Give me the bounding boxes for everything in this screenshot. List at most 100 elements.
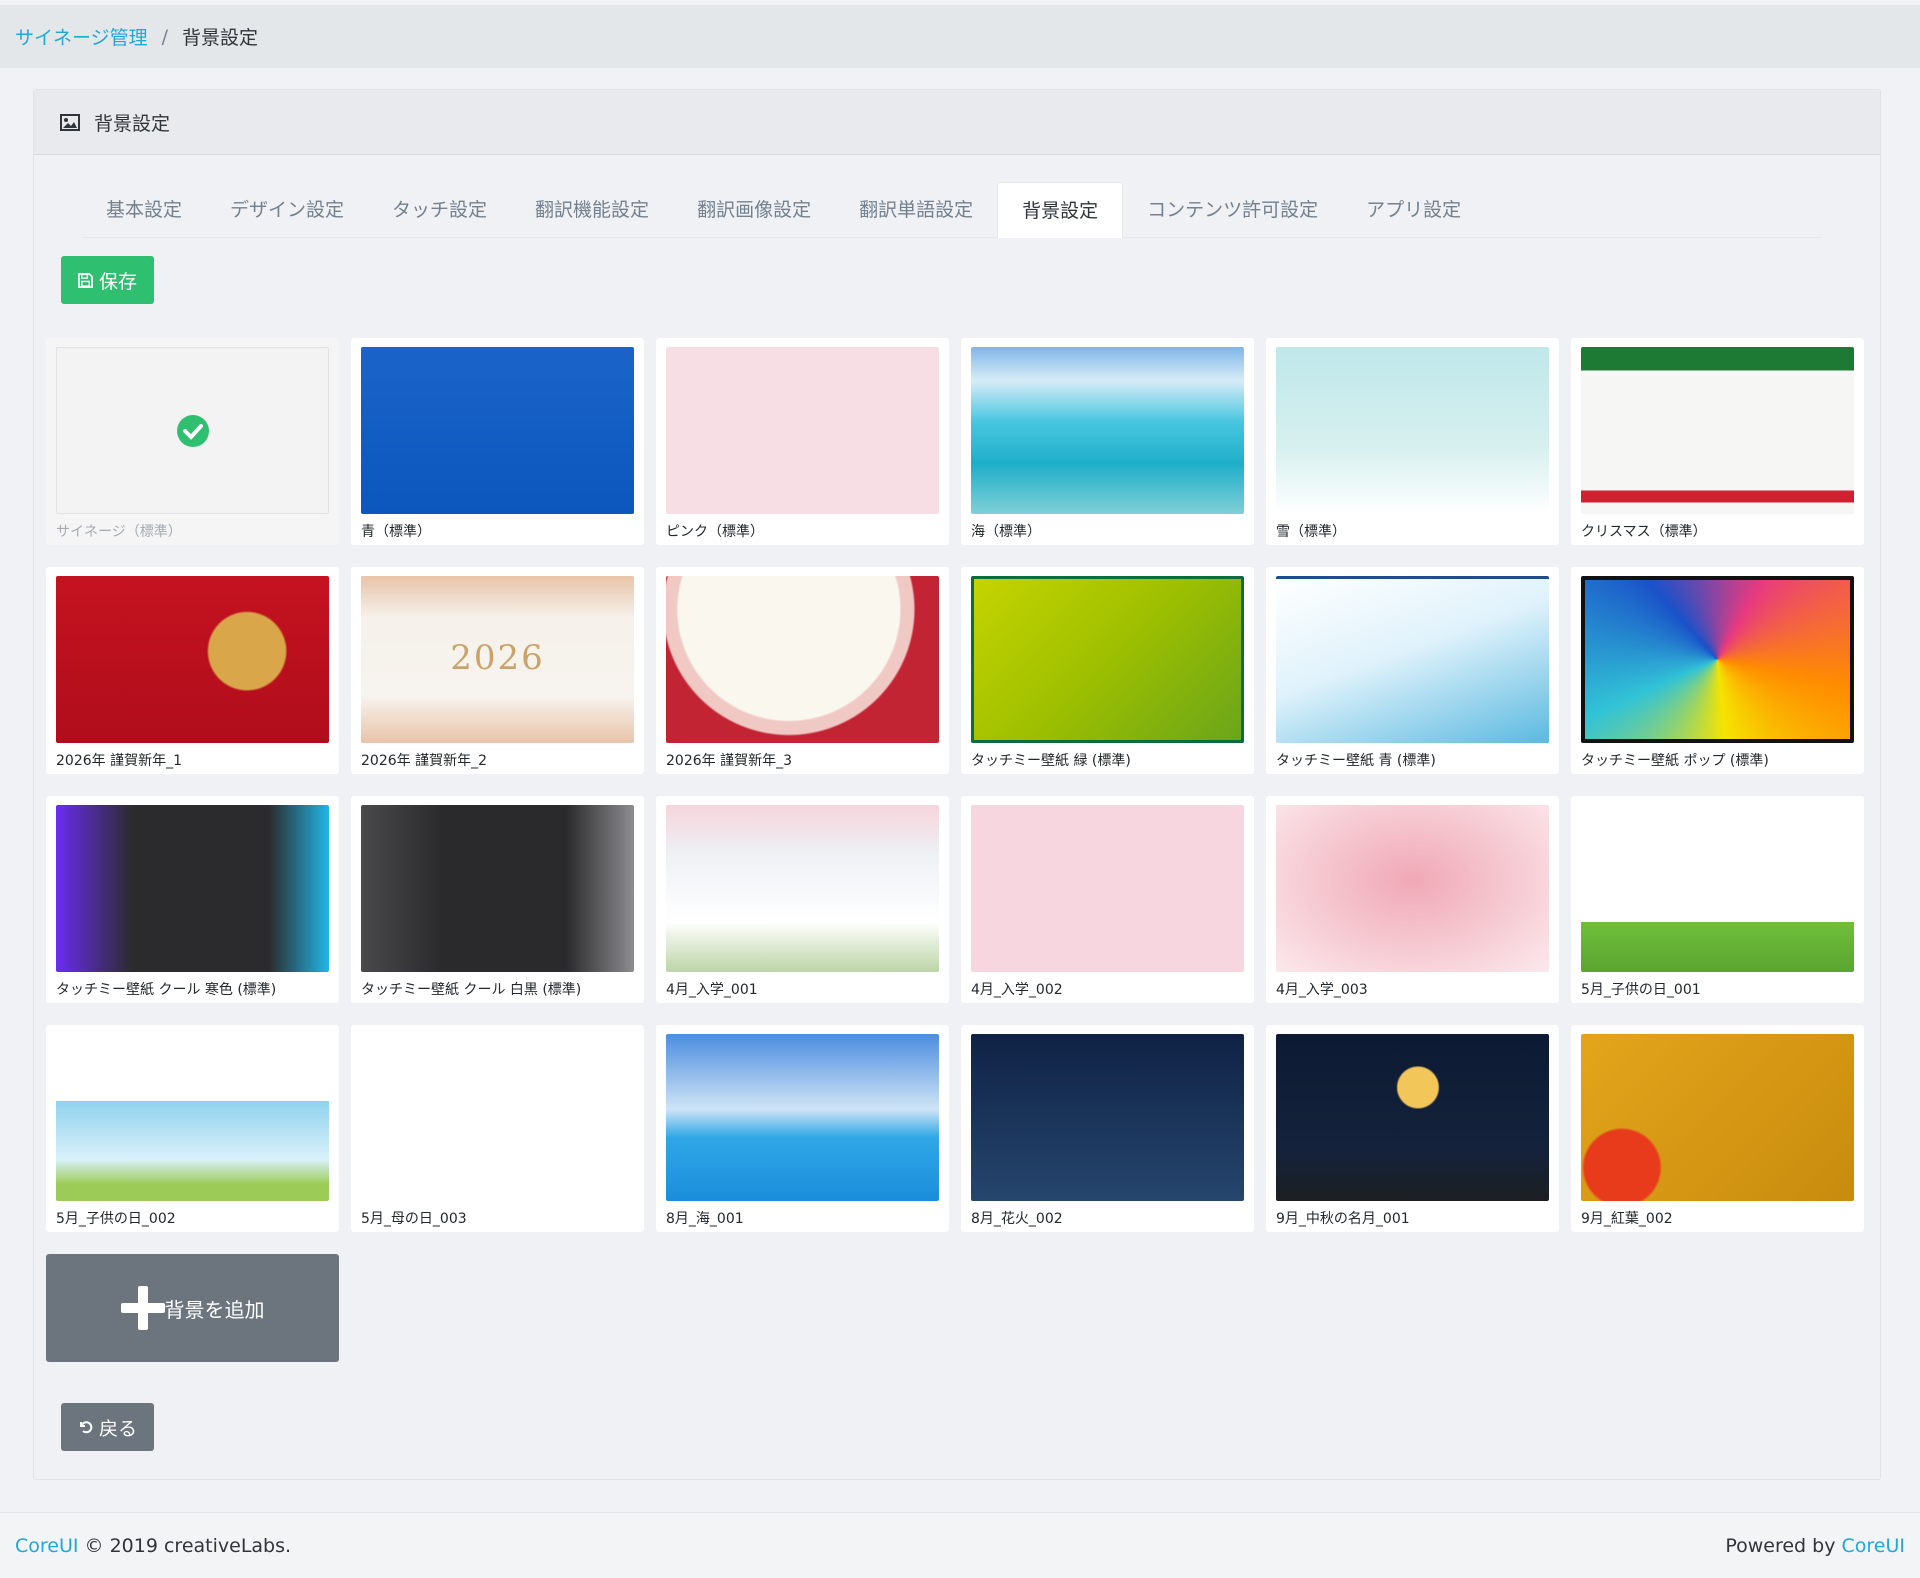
background-thumbnail [56, 1034, 329, 1201]
background-label: 2026年 謹賀新年_2 [361, 753, 487, 769]
background-label: 9月_中秋の名月_001 [1276, 1211, 1410, 1227]
background-tile[interactable]: 9月_紅葉_002 [1571, 1025, 1864, 1232]
thumbnail-overlay-text: 2026 [450, 638, 545, 678]
tab-6[interactable]: 背景設定 [997, 182, 1124, 238]
background-label: 2026年 謹賀新年_1 [56, 753, 182, 769]
card-title: 背景設定 [94, 112, 171, 135]
background-label: タッチミー壁紙 緑 (標準) [971, 753, 1131, 769]
background-thumbnail [666, 805, 939, 972]
background-tile[interactable]: 4月_入学_003 [1266, 796, 1559, 1003]
footer-powered-link[interactable]: CoreUI [1842, 1535, 1906, 1557]
background-thumbnail [1276, 1034, 1549, 1201]
background-thumbnail [361, 347, 634, 514]
background-label: 4月_入学_002 [971, 982, 1063, 998]
background-tile[interactable]: 2026年 謹賀新年_1 [46, 567, 339, 774]
tab-8[interactable]: アプリ設定 [1342, 182, 1485, 238]
tab-5[interactable]: 翻訳単語設定 [835, 182, 997, 238]
background-label: 4月_入学_003 [1276, 982, 1368, 998]
background-thumbnail [56, 805, 329, 972]
background-label: 9月_紅葉_002 [1581, 1211, 1673, 1227]
footer: CoreUI © 2019 creativeLabs. Powered by C… [0, 1512, 1920, 1578]
background-thumbnail [361, 805, 634, 972]
background-thumbnail [1276, 347, 1549, 514]
background-label: ピンク（標準） [666, 524, 764, 540]
background-label: タッチミー壁紙 青 (標準) [1276, 753, 1436, 769]
background-thumbnail [361, 1034, 634, 1201]
background-label: 青（標準） [361, 524, 431, 540]
footer-brand-link[interactable]: CoreUI [15, 1535, 79, 1557]
background-tile[interactable]: 海（標準） [961, 338, 1254, 545]
background-label: 5月_子供の日_001 [1581, 982, 1701, 998]
background-tile[interactable]: 青（標準） [351, 338, 644, 545]
background-label: サイネージ（標準） [56, 524, 182, 540]
background-tile[interactable]: タッチミー壁紙 緑 (標準) [961, 567, 1254, 774]
footer-copyright: © 2019 creativeLabs. [84, 1534, 292, 1557]
background-label: 2026年 謹賀新年_3 [666, 753, 792, 769]
background-tile[interactable]: サイネージ（標準） [46, 338, 339, 545]
background-thumbnail [971, 347, 1244, 514]
background-thumbnail [1581, 576, 1854, 743]
background-tile[interactable]: 2026 2026年 謹賀新年_2 [351, 567, 644, 774]
breadcrumb-link-signage[interactable]: サイネージ管理 [15, 23, 148, 50]
tab-4[interactable]: 翻訳画像設定 [673, 182, 835, 238]
background-thumbnail [1581, 347, 1854, 514]
background-tile[interactable]: 8月_花火_002 [961, 1025, 1254, 1232]
footer-powered-by: Powered by [1725, 1534, 1836, 1557]
save-button-label: 保存 [98, 270, 137, 293]
background-tile[interactable]: 4月_入学_002 [961, 796, 1254, 1003]
background-tile[interactable]: 9月_中秋の名月_001 [1266, 1025, 1559, 1232]
background-tile[interactable]: タッチミー壁紙 クール 寒色 (標準) [46, 796, 339, 1003]
background-label: 5月_子供の日_002 [56, 1211, 176, 1227]
tab-3[interactable]: 翻訳機能設定 [511, 182, 673, 238]
settings-tabs: 基本設定 デザイン設定 タッチ設定 翻訳機能設定 翻訳画像設定 翻訳単語設定 背景設定 コンテ… [82, 182, 1822, 238]
background-thumbnail [56, 576, 329, 743]
add-background-label: 背景を追加 [164, 1297, 265, 1322]
image-icon [60, 113, 80, 131]
background-thumbnail [971, 576, 1244, 743]
plus-icon [120, 1286, 165, 1330]
background-tile[interactable]: 4月_入学_001 [656, 796, 949, 1003]
save-button[interactable]: 保存 [61, 256, 154, 304]
tab-2[interactable]: タッチ設定 [368, 182, 511, 238]
background-label: タッチミー壁紙 クール 寒色 (標準) [56, 982, 277, 998]
background-tile[interactable]: 雪（標準） [1266, 338, 1559, 545]
background-thumbnail [666, 1034, 939, 1201]
check-circle-icon [176, 414, 209, 447]
footer-right: Powered by CoreUI [1725, 1535, 1905, 1557]
background-grid: サイネージ（標準） 青（標準） ピンク（標準） 海（標準） 雪（標準） クリスマス（標準）… [46, 338, 1864, 1232]
background-label: 海（標準） [971, 524, 1041, 540]
background-tile[interactable]: タッチミー壁紙 クール 白黒 (標準) [351, 796, 644, 1003]
tab-0[interactable]: 基本設定 [82, 182, 206, 238]
breadcrumb-current: 背景設定 [182, 27, 259, 49]
add-background-button[interactable]: 背景を追加 [46, 1254, 339, 1362]
background-thumbnail [1581, 805, 1854, 972]
background-tile[interactable]: クリスマス（標準） [1571, 338, 1864, 545]
tab-7[interactable]: コンテンツ許可設定 [1123, 182, 1342, 238]
background-thumbnail [1581, 1034, 1854, 1201]
background-label: タッチミー壁紙 クール 白黒 (標準) [361, 982, 582, 998]
background-tile[interactable]: 5月_母の日_003 [351, 1025, 644, 1232]
background-thumbnail [1276, 576, 1549, 743]
back-button[interactable]: 戻る [61, 1403, 154, 1451]
floppy-disk-icon [78, 272, 93, 288]
background-label: 雪（標準） [1276, 524, 1346, 540]
background-tile[interactable]: タッチミー壁紙 青 (標準) [1266, 567, 1559, 774]
card-header: 背景設定 [34, 90, 1880, 155]
breadcrumb-separator: / [161, 25, 169, 48]
tab-1[interactable]: デザイン設定 [206, 182, 368, 238]
undo-icon [79, 1421, 93, 1434]
background-thumbnail [666, 576, 939, 743]
background-label: 8月_花火_002 [971, 1211, 1063, 1227]
background-tile[interactable]: 5月_子供の日_001 [1571, 796, 1864, 1003]
background-label: クリスマス（標準） [1581, 524, 1707, 540]
background-label: 8月_海_001 [666, 1211, 744, 1227]
background-label: タッチミー壁紙 ポップ (標準) [1581, 753, 1769, 769]
background-tile[interactable]: タッチミー壁紙 ポップ (標準) [1571, 567, 1864, 774]
background-tile[interactable]: ピンク（標準） [656, 338, 949, 545]
back-button-label: 戻る [98, 1417, 137, 1440]
background-tile[interactable]: 2026年 謹賀新年_3 [656, 567, 949, 774]
background-tile[interactable]: 8月_海_001 [656, 1025, 949, 1232]
background-tile[interactable]: 5月_子供の日_002 [46, 1025, 339, 1232]
background-label: 5月_母の日_003 [361, 1211, 467, 1227]
background-thumbnail [971, 1034, 1244, 1201]
